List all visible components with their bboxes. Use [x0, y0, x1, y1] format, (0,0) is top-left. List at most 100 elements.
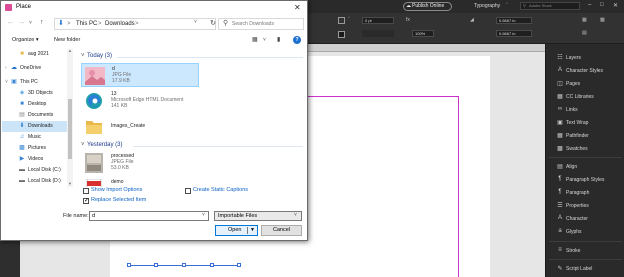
fx-icon[interactable]: fx — [406, 17, 410, 23]
address-dropdown-icon[interactable]: ˅ — [194, 19, 197, 25]
file-item-d[interactable]: d JPG File 17.9 KB — [81, 63, 199, 87]
file-item-processed[interactable]: processed JPEG File 53.0 KB — [81, 151, 199, 175]
refresh-icon[interactable]: ↻ — [208, 19, 218, 27]
frame-fitting-icon[interactable]: ▦ — [582, 17, 587, 23]
group-divider — [117, 57, 303, 58]
panel-character-styles[interactable]: A Character Styles — [546, 65, 624, 77]
fill-swatch-icon[interactable] — [338, 17, 345, 24]
panel-pages[interactable]: ◫ Pages — [546, 78, 624, 90]
maximize-icon[interactable]: □ — [600, 2, 604, 8]
nav-scrollbar-thumb[interactable] — [68, 99, 72, 159]
nav-item-pictures[interactable]: ▩ Pictures — [2, 143, 70, 154]
panel-divider — [549, 241, 622, 242]
frame-handle[interactable] — [154, 263, 158, 267]
frame-handle[interactable] — [127, 263, 131, 267]
nav-item-aug-2021[interactable]: ■ aug 2021 — [2, 49, 70, 60]
replace-selected-checkbox[interactable] — [83, 197, 89, 204]
content-fit-icon[interactable]: ▩ — [600, 17, 605, 23]
panel-paragraph[interactable]: ¶ Paragraph — [546, 187, 624, 199]
organize-menu[interactable]: Organize ▾ — [12, 37, 39, 43]
nav-item-onedrive[interactable]: › ☁ OneDrive — [2, 63, 70, 74]
width-field[interactable]: 0.6667 in — [496, 17, 532, 24]
chevron-down-icon[interactable]: ˅ — [294, 212, 297, 218]
view-options-icon[interactable]: ▦ — [252, 36, 258, 43]
panel-pathfinder[interactable]: ▦ Pathfinder — [546, 130, 624, 142]
panel-align[interactable]: ▤ Align — [546, 161, 624, 173]
frame-handle[interactable] — [210, 263, 214, 267]
breadcrumb-separator: > — [67, 21, 71, 27]
chevron-down-icon[interactable]: ▼ — [250, 226, 255, 235]
nav-item-downloads[interactable]: ⬇ Downloads — [2, 121, 70, 132]
group-header-today[interactable]: ˅ Today (3) — [81, 53, 112, 59]
nav-item-3d-objects[interactable]: ◈ 3D Objects — [2, 88, 70, 99]
new-folder-button[interactable]: New folder — [54, 37, 80, 43]
group-header-yesterday[interactable]: ˅ Yesterday (3) — [81, 142, 122, 148]
panel-character[interactable]: A Character — [546, 213, 624, 225]
breadcrumb-downloads[interactable]: Downloads — [105, 19, 135, 29]
zoom-field[interactable]: 100% — [412, 30, 434, 37]
up-arrow-icon[interactable]: ↑ — [40, 19, 44, 26]
chevron-down-icon[interactable]: ˇ — [348, 17, 350, 23]
panel-glyphs[interactable]: a Glyphs — [546, 226, 624, 238]
panel-properties[interactable]: ☰ Properties — [546, 200, 624, 212]
panel-swatches[interactable]: ▩ Swatches — [546, 143, 624, 155]
show-import-checkbox[interactable] — [83, 188, 89, 194]
corner-options-icon[interactable]: ◢ — [470, 17, 474, 23]
file-list: ˅ Today (3) d JPG File 17.9 KB 13 Microso… — [77, 47, 307, 187]
file-name-input[interactable]: d — [89, 211, 209, 221]
file-type-select[interactable]: Importable Files — [214, 211, 302, 221]
height-field[interactable]: 0.6667 in — [496, 30, 532, 37]
nav-item-documents[interactable]: ▤ Documents — [2, 110, 70, 121]
breadcrumb-this-pc[interactable]: This PC — [76, 19, 97, 29]
panel-text-wrap[interactable]: ▣ Text Wrap — [546, 117, 624, 129]
frame-handle[interactable] — [182, 263, 186, 267]
cancel-button[interactable]: Cancel — [261, 225, 302, 236]
nav-item-videos[interactable]: ▶ Videos — [2, 154, 70, 165]
download-location-icon: ⬇ — [58, 20, 64, 27]
static-captions-checkbox[interactable] — [185, 188, 191, 194]
search-icon: ⚲ — [223, 20, 229, 27]
stroke-weight-field[interactable]: 0 pt — [362, 17, 394, 24]
close-icon[interactable]: ✕ — [294, 3, 301, 12]
chevron-down-icon[interactable]: ˅ — [263, 37, 266, 43]
nav-item-desktop[interactable]: ■ Desktop — [2, 99, 70, 110]
chevron-down-icon[interactable]: ˅ — [5, 77, 8, 88]
stock-search-input[interactable]: ⚲ Adobe Stock — [520, 2, 580, 10]
frame-handle[interactable] — [237, 263, 241, 267]
close-icon[interactable]: ✕ — [613, 2, 618, 9]
file-item-images-create[interactable]: Images_Create — [81, 115, 199, 139]
publish-online-button[interactable]: ☁ Publish Online — [403, 2, 452, 11]
nav-item-this-pc[interactable]: ˅ ▣ This PC — [2, 77, 70, 88]
panel-stroke[interactable]: ≡ Stroke — [546, 245, 624, 257]
stroke-swatch-icon[interactable] — [338, 31, 345, 38]
file-item-demo[interactable]: demo — [81, 177, 199, 187]
back-arrow-icon[interactable]: ← — [7, 19, 14, 26]
file-item-13[interactable]: 13 Microsoft Edge HTML Document 141 KB — [81, 89, 199, 113]
scroll-down-icon[interactable]: ▼ — [67, 181, 73, 186]
panel-layers[interactable]: ☷ Layers — [546, 52, 624, 64]
forward-arrow-icon[interactable]: → — [18, 19, 25, 26]
chevron-right-icon[interactable]: › — [5, 63, 7, 74]
recent-locations-icon[interactable]: ˅ — [29, 20, 32, 26]
preview-pane-icon[interactable]: ▮ — [277, 36, 280, 43]
minimize-icon[interactable]: – — [588, 2, 591, 8]
help-icon[interactable]: ? — [293, 36, 301, 44]
nav-item-local-disk-c[interactable]: ▬ Local Disk (C:) — [2, 165, 70, 176]
chevron-down-icon[interactable]: ˇ — [506, 3, 508, 9]
align-icon[interactable]: ▤ — [582, 30, 587, 36]
chevron-down-icon[interactable]: ˅ — [202, 212, 205, 218]
nav-item-local-disk-d[interactable]: ▬ Local Disk (D:) — [2, 176, 70, 187]
document-icon: ▤ — [19, 112, 25, 118]
panel-cc-libraries[interactable]: ▦ CC Libraries — [546, 91, 624, 103]
nav-item-music[interactable]: ♫ Music — [2, 132, 70, 143]
scroll-up-icon[interactable]: ▲ — [67, 48, 73, 53]
panel-links[interactable]: ∞ Links — [546, 104, 624, 116]
stroke-style-field[interactable] — [362, 30, 394, 37]
open-button[interactable]: Open ▼ — [215, 225, 258, 236]
panel-script-label[interactable]: ✎ Script Label — [546, 263, 624, 275]
search-input[interactable]: ⚲ Search Downloads — [218, 18, 304, 30]
panel-paragraph-styles[interactable]: ¶ Paragraph Styles — [546, 174, 624, 186]
address-bar[interactable]: ⬇ > This PC > Downloads > — [54, 18, 216, 30]
workspace-switcher[interactable]: Typography — [474, 3, 500, 9]
align-icon: ▤ — [557, 164, 563, 170]
